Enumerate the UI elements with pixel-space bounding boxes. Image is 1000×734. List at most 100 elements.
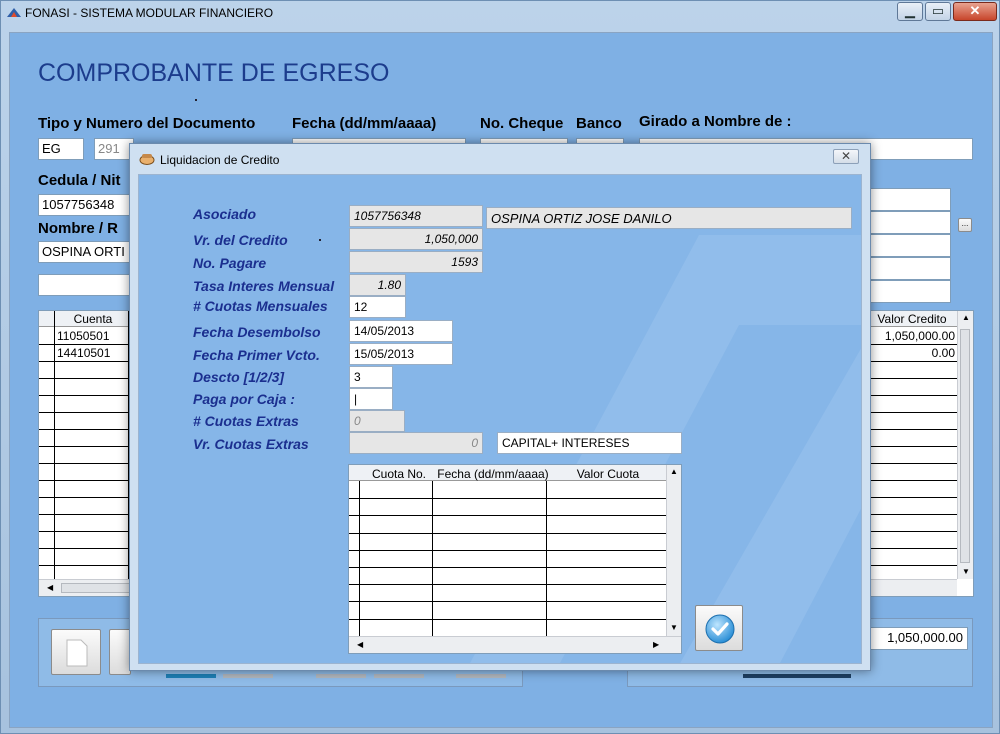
label-cuotas-extras: # Cuotas Extras <box>193 413 299 429</box>
toolbar-indicator <box>166 674 216 678</box>
col-fecha: Fecha (dd/mm/aaaa) <box>437 467 549 481</box>
cuotas-grid[interactable]: Cuota No. Fecha (dd/mm/aaaa) Valor Cuota… <box>348 464 682 654</box>
label-fecha-primer: Fecha Primer Vcto. <box>193 347 320 363</box>
header-doc: Tipo y Numero del Documento <box>38 115 256 132</box>
fecha-primer-input[interactable]: 15/05/2013 <box>349 343 453 365</box>
toolbar-indicator <box>374 674 424 678</box>
document-icon <box>66 639 88 667</box>
col-valor-credito: Valor Credito <box>877 312 947 326</box>
hand-icon <box>139 154 155 165</box>
dot-mark <box>319 239 321 241</box>
right-input-4[interactable] <box>869 257 951 280</box>
cuotas-input[interactable]: 12 <box>349 296 406 318</box>
asociado-nombre-field: OSPINA ORTIZ JOSE DANILO <box>486 207 852 229</box>
paga-caja-input[interactable]: | <box>349 388 393 410</box>
cell-cuenta: 11050501 <box>57 329 110 343</box>
tasa-field: 1.80 <box>349 274 406 296</box>
arrow-down-icon: ▼ <box>962 567 970 576</box>
close-icon: ✕ <box>840 149 852 163</box>
extra-input[interactable] <box>38 274 138 296</box>
label-fecha-desembolso: Fecha Desembolso <box>193 324 321 340</box>
no-pagare-field: 1593 <box>349 251 483 273</box>
descto-input[interactable]: 3 <box>349 366 393 388</box>
right-input-2[interactable] <box>869 211 951 234</box>
grid-hscroll-thumb[interactable] <box>61 583 131 593</box>
grid-row-line <box>349 498 666 500</box>
form-title: COMPROBANTE DE EGRESO <box>38 59 390 87</box>
grid-line <box>546 481 547 636</box>
header-cheque: No. Cheque <box>480 115 564 132</box>
label-descto: Descto [1/2/3] <box>193 369 285 385</box>
label-no-pagare: No. Pagare <box>193 255 267 271</box>
minimize-button[interactable]: ▁ <box>897 2 923 21</box>
toolbar-button-2[interactable] <box>109 629 131 675</box>
grid-row-line <box>349 618 666 620</box>
grid-row-line <box>349 567 666 568</box>
arrow-right-icon: ▶ <box>653 640 660 649</box>
vr-credito-field: 1,050,000 <box>349 228 483 250</box>
arrow-left-icon: ◀ <box>357 640 364 649</box>
doc-number-input[interactable]: 291 <box>94 138 134 160</box>
label-cuotas: # Cuotas Mensuales <box>193 298 328 314</box>
app-logo-icon <box>7 8 21 17</box>
label-paga-caja: Paga por Caja : <box>193 391 295 407</box>
arrow-up-icon: ▲ <box>670 467 678 476</box>
grid-row-line <box>349 584 666 586</box>
cedula-input[interactable]: 1057756348 <box>38 194 138 216</box>
minimize-icon: ▁ <box>905 3 915 18</box>
label-vr-credito: Vr. del Credito <box>193 232 288 248</box>
arrow-down-icon: ▼ <box>670 623 678 632</box>
nombre-input[interactable]: OSPINA ORTI <box>38 241 138 263</box>
toolbar-indicator <box>316 674 366 678</box>
arrow-left-icon: ◀ <box>47 583 54 592</box>
toolbar-indicator <box>456 674 506 678</box>
dialog-close-button[interactable]: ✕ <box>833 149 859 164</box>
right-input-5[interactable] <box>869 280 951 303</box>
right-input-1[interactable] <box>869 188 951 211</box>
grid-row-line <box>349 532 666 534</box>
col-cuenta: Cuenta <box>73 312 113 326</box>
restore-icon: ▭ <box>931 3 945 18</box>
header-fecha: Fecha (dd/mm/aaaa) <box>292 115 437 132</box>
lookup-button[interactable]: ... <box>958 218 972 232</box>
doc-type-input[interactable]: EG <box>38 138 84 160</box>
total-valor-credito: 1,050,000.00 <box>869 627 968 650</box>
dot-mark <box>195 99 197 101</box>
close-window-button[interactable]: ✕ <box>953 2 997 21</box>
main-window: FONASI - SISTEMA MODULAR FINANCIERO ▁ ▭ … <box>0 0 1000 734</box>
cell-valor-credito: 1,050,000.00 <box>884 329 955 343</box>
label-tasa: Tasa Interes Mensual <box>193 278 335 294</box>
asociado-id-field: 1057756348 <box>349 205 483 227</box>
col-valor-cuota: Valor Cuota <box>576 467 640 481</box>
dialog-title: Liquidacion de Credito <box>160 153 280 167</box>
fecha-desembolso-input[interactable]: 14/05/2013 <box>349 320 453 342</box>
checkmark-icon <box>705 614 735 644</box>
cuotas-vscrollbar[interactable]: ▲ ▼ <box>666 465 681 636</box>
totals-indicator <box>743 674 851 678</box>
cell-cuenta: 14410501 <box>57 346 111 360</box>
new-document-button[interactable] <box>51 629 101 675</box>
grid-row-line <box>349 549 666 551</box>
maximize-button[interactable]: ▭ <box>925 2 951 21</box>
cuotas-extras-field: 0 <box>349 410 405 432</box>
header-banco: Banco <box>576 115 622 132</box>
title-bar: FONASI - SISTEMA MODULAR FINANCIERO ▁ ▭ … <box>1 1 1000 25</box>
confirm-button[interactable] <box>695 605 743 651</box>
cuotas-grid-rows <box>349 481 666 637</box>
header-cedula: Cedula / Nit <box>38 172 121 189</box>
vr-cuotas-extras-field: 0 <box>349 432 483 454</box>
col-cuota-no: Cuota No. <box>371 467 427 481</box>
label-vr-cuotas-extras: Vr. Cuotas Extras <box>193 436 309 452</box>
liquidacion-dialog: Liquidacion de Credito ✕ Asociado Vr. de… <box>129 143 871 671</box>
window-title: FONASI - SISTEMA MODULAR FINANCIERO <box>25 6 274 20</box>
cuotas-hscrollbar[interactable]: ◀ ▶ <box>349 636 681 653</box>
toolbar-indicator <box>223 674 273 678</box>
close-icon: ✕ <box>969 3 981 18</box>
right-input-3[interactable] <box>869 234 951 257</box>
grid-vscrollbar[interactable]: ▲ ▼ <box>957 311 973 579</box>
grid-row-line <box>349 601 666 603</box>
grid-vscroll-thumb[interactable] <box>960 329 970 563</box>
cell-valor-credito: 0.00 <box>931 346 955 360</box>
grid-row-line <box>349 515 666 517</box>
modalidad-field: CAPITAL+ INTERESES <box>497 432 682 454</box>
